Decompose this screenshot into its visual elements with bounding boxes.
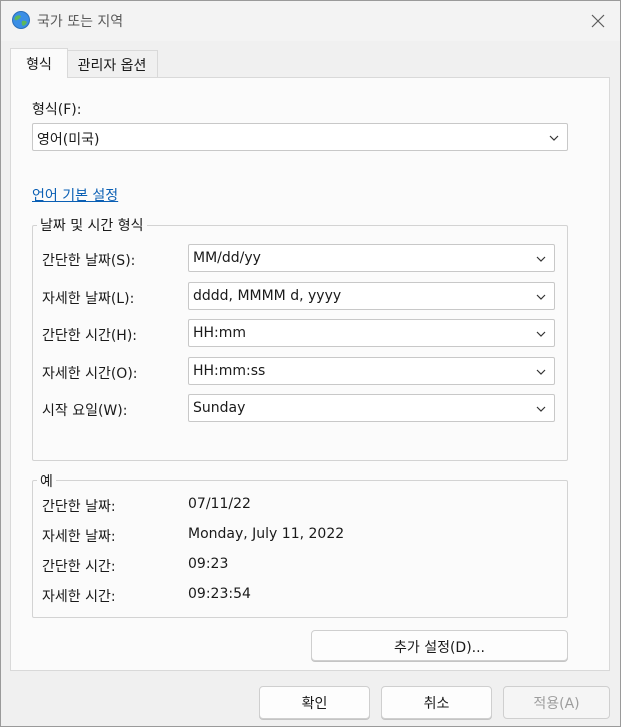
cancel-button[interactable]: 취소 <box>381 686 492 719</box>
apply-button[interactable]: 적용(A) <box>503 686 610 719</box>
chevron-down-icon <box>536 294 546 300</box>
example-long-date-label: 자세한 날짜: <box>42 529 116 545</box>
window-title: 국가 또는 지역 <box>37 14 124 30</box>
short-time-value: HH:mm <box>193 325 247 341</box>
long-time-value: HH:mm:ss <box>193 363 266 379</box>
tab-administrative[interactable]: 관리자 옵션 <box>67 50 158 77</box>
long-date-dropdown[interactable]: dddd, MMMM d, yyyy <box>188 282 555 310</box>
long-time-dropdown[interactable]: HH:mm:ss <box>188 357 555 385</box>
globe-icon <box>12 11 30 29</box>
long-date-value: dddd, MMMM d, yyyy <box>193 288 342 304</box>
long-date-label: 자세한 날짜(L): <box>42 291 135 307</box>
short-time-label: 간단한 시간(H): <box>42 328 138 344</box>
chevron-down-icon <box>536 256 546 262</box>
close-button[interactable] <box>584 7 612 35</box>
example-short-time-value: 09:23 <box>188 556 229 572</box>
title-bar[interactable]: 국가 또는 지역 <box>1 1 620 41</box>
format-label: 형식(F): <box>32 102 82 118</box>
short-date-value: MM/dd/yy <box>193 250 261 266</box>
first-day-value: Sunday <box>193 400 246 416</box>
tab-panel-format: 형식(F): 영어(미국) 언어 기본 설정 날짜 및 시간 형식 간단한 날짜… <box>10 77 610 671</box>
language-settings-link[interactable]: 언어 기본 설정 <box>32 185 118 205</box>
chevron-down-icon <box>536 369 546 375</box>
short-time-dropdown[interactable]: HH:mm <box>188 319 555 347</box>
datetime-group-title: 날짜 및 시간 형식 <box>37 215 147 235</box>
format-value: 영어(미국) <box>37 132 100 148</box>
example-long-time-value: 09:23:54 <box>188 586 251 602</box>
first-day-label: 시작 요일(W): <box>42 403 128 419</box>
short-date-label: 간단한 날짜(S): <box>42 253 136 269</box>
chevron-down-icon <box>536 406 546 412</box>
examples-group-title: 예 <box>37 471 56 491</box>
example-long-date-value: Monday, July 11, 2022 <box>188 526 345 542</box>
short-date-dropdown[interactable]: MM/dd/yy <box>188 244 555 272</box>
format-dropdown[interactable]: 영어(미국) <box>32 123 568 151</box>
long-time-label: 자세한 시간(O): <box>42 366 138 382</box>
tab-format[interactable]: 형식 <box>10 48 68 78</box>
additional-settings-button[interactable]: 추가 설정(D)... <box>311 630 568 661</box>
ok-button[interactable]: 확인 <box>259 686 370 719</box>
close-icon <box>591 14 605 28</box>
dialog-window: 국가 또는 지역 형식 관리자 옵션 형식(F): 영어(미국) 언어 기본 설… <box>0 0 621 727</box>
example-short-time-label: 간단한 시간: <box>42 559 116 575</box>
example-long-time-label: 자세한 시간: <box>42 589 116 605</box>
example-short-date-label: 간단한 날짜: <box>42 499 116 515</box>
chevron-down-icon <box>536 331 546 337</box>
first-day-dropdown[interactable]: Sunday <box>188 394 555 422</box>
chevron-down-icon <box>549 135 559 141</box>
example-short-date-value: 07/11/22 <box>188 496 251 512</box>
